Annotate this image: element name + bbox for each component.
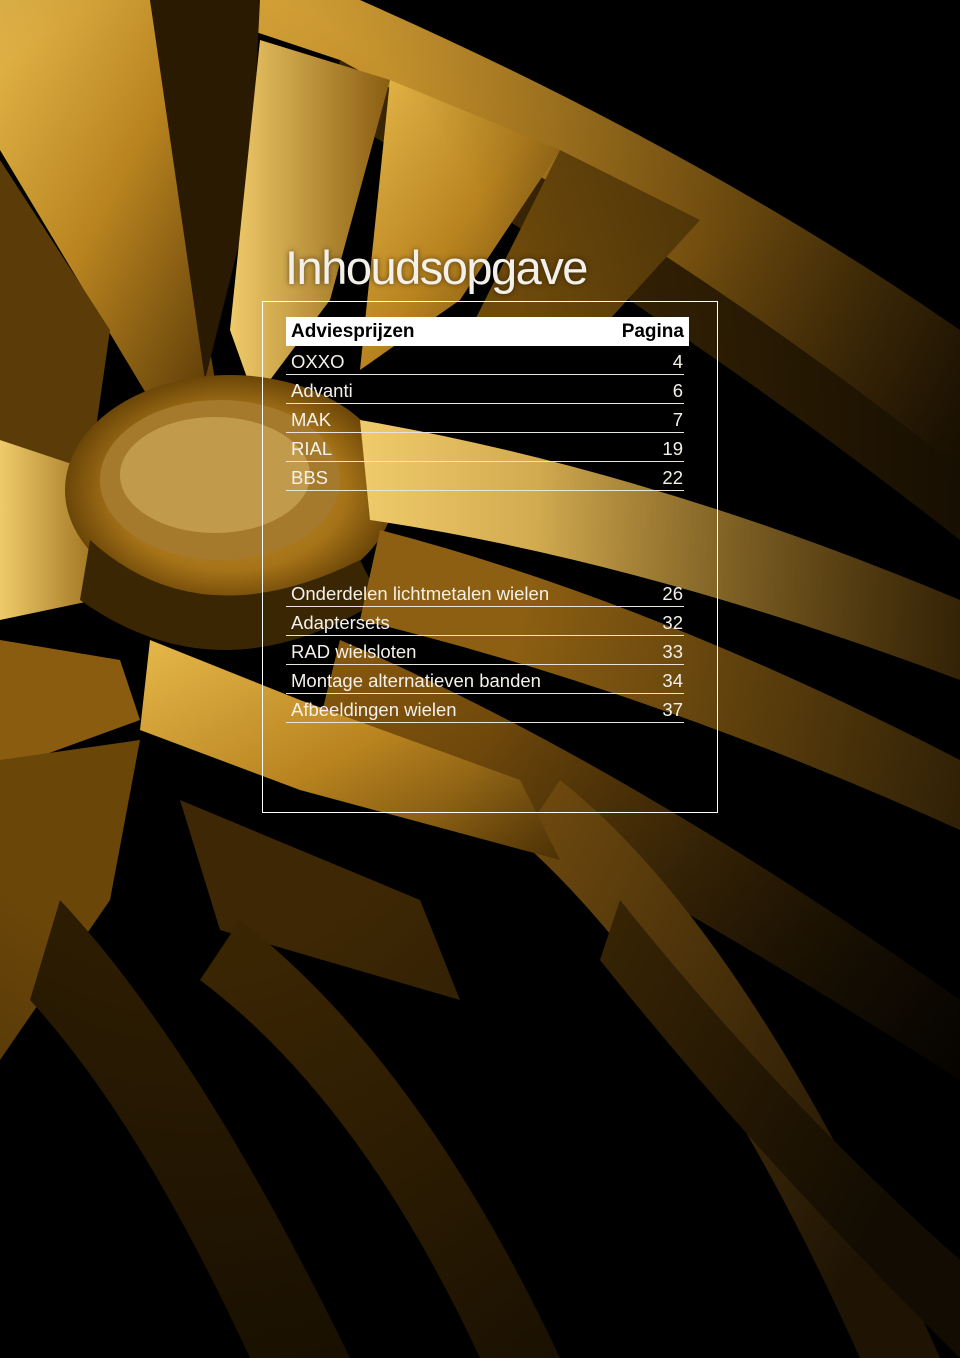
toc-entry[interactable]: RAD wielsloten 33	[286, 636, 684, 665]
page-title: Inhoudsopgave	[285, 241, 588, 294]
toc-entry[interactable]: OXXO 4	[286, 346, 684, 375]
toc-entry-page: 19	[662, 438, 683, 459]
toc-entry[interactable]: Adaptersets 32	[286, 607, 684, 636]
toc-page-column-heading: Pagina	[621, 321, 684, 342]
toc-entry-label: Afbeeldingen wielen	[291, 699, 457, 720]
toc-entry-page: 37	[662, 699, 683, 720]
toc-section-heading: Adviesprijzen	[291, 321, 415, 342]
toc-entry-page: 6	[672, 380, 683, 401]
toc-entry-label: RIAL	[291, 438, 333, 459]
toc-entry-label: OXXO	[291, 351, 345, 372]
toc-entry[interactable]: Onderdelen lichtmetalen wielen 26	[286, 578, 684, 607]
toc-entry-page: 7	[672, 409, 683, 430]
toc-entry-label: BBS	[291, 467, 329, 488]
toc-entry-page: 26	[662, 583, 683, 604]
toc-entry[interactable]: Montage alternatieven banden 34	[286, 665, 684, 694]
toc-entry-page: 32	[662, 612, 683, 633]
toc-entry[interactable]: BBS 22	[286, 462, 684, 491]
toc-entry-page: 34	[662, 670, 683, 691]
toc-entry[interactable]: MAK 7	[286, 404, 684, 433]
toc-entry-label: Onderdelen lichtmetalen wielen	[291, 583, 550, 604]
toc-entry-label: Montage alternatieven banden	[291, 670, 541, 691]
toc-entry-label: RAD wielsloten	[291, 641, 417, 662]
toc-entry[interactable]: Afbeeldingen wielen 37	[286, 694, 684, 723]
toc-header: Adviesprijzen Pagina	[286, 317, 689, 346]
toc-entry-label: MAK	[291, 409, 332, 430]
toc-entry[interactable]: RIAL 19	[286, 433, 684, 462]
toc-entry[interactable]: Advanti 6	[286, 375, 684, 404]
toc-entry-page: 33	[662, 641, 683, 662]
toc-entry-label: Advanti	[291, 380, 353, 401]
toc-entry-page: 22	[662, 467, 683, 488]
toc-entry-page: 4	[672, 351, 683, 372]
toc-entry-label: Adaptersets	[291, 612, 390, 633]
